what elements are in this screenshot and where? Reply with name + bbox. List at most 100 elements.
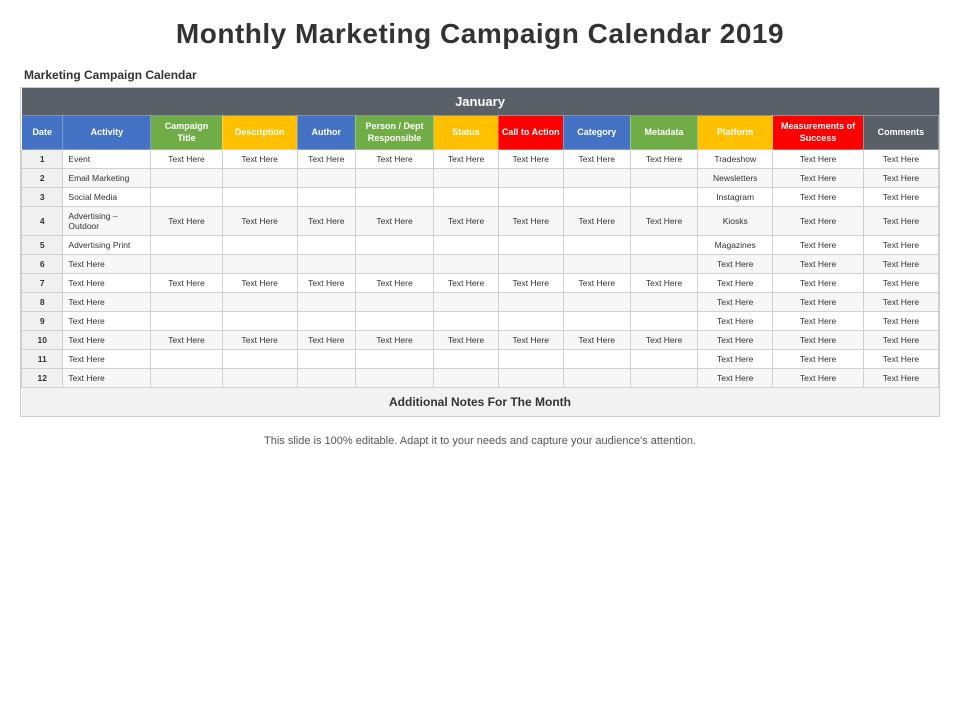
cell-r5-c8 — [563, 236, 630, 255]
cell-r5-c6 — [434, 236, 499, 255]
cell-r7-c6: Text Here — [434, 274, 499, 293]
cell-r4-c12: Text Here — [863, 207, 938, 236]
cell-r12-c0: 12 — [22, 369, 63, 388]
cell-r10-c7: Text Here — [498, 331, 563, 350]
table-row: 1EventText HereText HereText HereText He… — [22, 150, 939, 169]
cell-r12-c3 — [222, 369, 297, 388]
cell-r11-c6 — [434, 350, 499, 369]
table-row: 10Text HereText HereText HereText HereTe… — [22, 331, 939, 350]
col-header-metadata: Metadata — [630, 116, 697, 150]
col-header-author: Author — [297, 116, 355, 150]
cell-r1-c0: 1 — [22, 150, 63, 169]
column-header-row: DateActivityCampaign TitleDescriptionAut… — [22, 116, 939, 150]
col-header-date: Date — [22, 116, 63, 150]
cell-r3-c7 — [498, 188, 563, 207]
cell-r2-c12: Text Here — [863, 169, 938, 188]
cell-r10-c11: Text Here — [773, 331, 864, 350]
cell-r11-c1: Text Here — [63, 350, 151, 369]
cell-r2-c0: 2 — [22, 169, 63, 188]
cell-r11-c7 — [498, 350, 563, 369]
cell-r9-c5 — [355, 312, 433, 331]
cell-r9-c10: Text Here — [698, 312, 773, 331]
cell-r7-c8: Text Here — [563, 274, 630, 293]
col-header-campaign: Campaign Title — [151, 116, 222, 150]
col-header-activity: Activity — [63, 116, 151, 150]
cell-r9-c11: Text Here — [773, 312, 864, 331]
cell-r6-c6 — [434, 255, 499, 274]
cell-r8-c4 — [297, 293, 355, 312]
cell-r9-c4 — [297, 312, 355, 331]
cell-r10-c8: Text Here — [563, 331, 630, 350]
cell-r7-c4: Text Here — [297, 274, 355, 293]
cell-r9-c9 — [630, 312, 697, 331]
cell-r3-c9 — [630, 188, 697, 207]
cell-r5-c1: Advertising Print — [63, 236, 151, 255]
table-row: 9Text HereText HereText HereText Here — [22, 312, 939, 331]
cell-r12-c7 — [498, 369, 563, 388]
cell-r8-c5 — [355, 293, 433, 312]
cell-r5-c10: Magazines — [698, 236, 773, 255]
section-label: Marketing Campaign Calendar — [24, 68, 197, 82]
cell-r8-c9 — [630, 293, 697, 312]
cell-r7-c0: 7 — [22, 274, 63, 293]
cell-r9-c2 — [151, 312, 222, 331]
cell-r7-c3: Text Here — [222, 274, 297, 293]
cell-r6-c1: Text Here — [63, 255, 151, 274]
cell-r12-c4 — [297, 369, 355, 388]
cell-r10-c4: Text Here — [297, 331, 355, 350]
cell-r5-c7 — [498, 236, 563, 255]
table-row: 2Email MarketingNewslettersText HereText… — [22, 169, 939, 188]
cell-r8-c11: Text Here — [773, 293, 864, 312]
cell-r12-c2 — [151, 369, 222, 388]
cell-r11-c4 — [297, 350, 355, 369]
cell-r3-c10: Instagram — [698, 188, 773, 207]
cell-r6-c2 — [151, 255, 222, 274]
cell-r4-c8: Text Here — [563, 207, 630, 236]
cell-r2-c6 — [434, 169, 499, 188]
cell-r8-c2 — [151, 293, 222, 312]
cell-r6-c7 — [498, 255, 563, 274]
cell-r5-c0: 5 — [22, 236, 63, 255]
cell-r4-c1: Advertising – Outdoor — [63, 207, 151, 236]
calendar-table: JanuaryDateActivityCampaign TitleDescrip… — [21, 88, 939, 416]
table-row: 8Text HereText HereText HereText Here — [22, 293, 939, 312]
cell-r2-c2 — [151, 169, 222, 188]
col-header-person: Person / Dept Responsible — [355, 116, 433, 150]
cell-r1-c1: Event — [63, 150, 151, 169]
cell-r1-c9: Text Here — [630, 150, 697, 169]
cell-r7-c7: Text Here — [498, 274, 563, 293]
cell-r3-c6 — [434, 188, 499, 207]
col-header-measurements: Measurements of Success — [773, 116, 864, 150]
cell-r5-c9 — [630, 236, 697, 255]
table-row: 6Text HereText HereText HereText Here — [22, 255, 939, 274]
col-header-description: Description — [222, 116, 297, 150]
table-row: 4Advertising – Outdoor Text Here Text Here… — [22, 207, 939, 236]
col-header-comments: Comments — [863, 116, 938, 150]
cell-r2-c5 — [355, 169, 433, 188]
cell-r1-c10: Tradeshow — [698, 150, 773, 169]
cell-r5-c11: Text Here — [773, 236, 864, 255]
cell-r7-c2: Text Here — [151, 274, 222, 293]
cell-r12-c11: Text Here — [773, 369, 864, 388]
cell-r7-c5: Text Here — [355, 274, 433, 293]
cell-r3-c0: 3 — [22, 188, 63, 207]
cell-r10-c6: Text Here — [434, 331, 499, 350]
cell-r4-c10: Kiosks — [698, 207, 773, 236]
cell-r9-c6 — [434, 312, 499, 331]
cell-r12-c9 — [630, 369, 697, 388]
cell-r3-c4 — [297, 188, 355, 207]
cell-r9-c12: Text Here — [863, 312, 938, 331]
cell-r12-c8 — [563, 369, 630, 388]
cell-r6-c8 — [563, 255, 630, 274]
cell-r4-c0: 4 — [22, 207, 63, 236]
cell-r8-c3 — [222, 293, 297, 312]
cell-r12-c6 — [434, 369, 499, 388]
cell-r6-c0: 6 — [22, 255, 63, 274]
table-row: 5Advertising PrintMagazinesText HereText… — [22, 236, 939, 255]
table-row: 3Social MediaInstagramText HereText Here — [22, 188, 939, 207]
cell-r11-c3 — [222, 350, 297, 369]
calendar-table-wrapper: JanuaryDateActivityCampaign TitleDescrip… — [20, 87, 940, 417]
cell-r10-c10: Text Here — [698, 331, 773, 350]
cell-r6-c3 — [222, 255, 297, 274]
cell-r2-c4 — [297, 169, 355, 188]
